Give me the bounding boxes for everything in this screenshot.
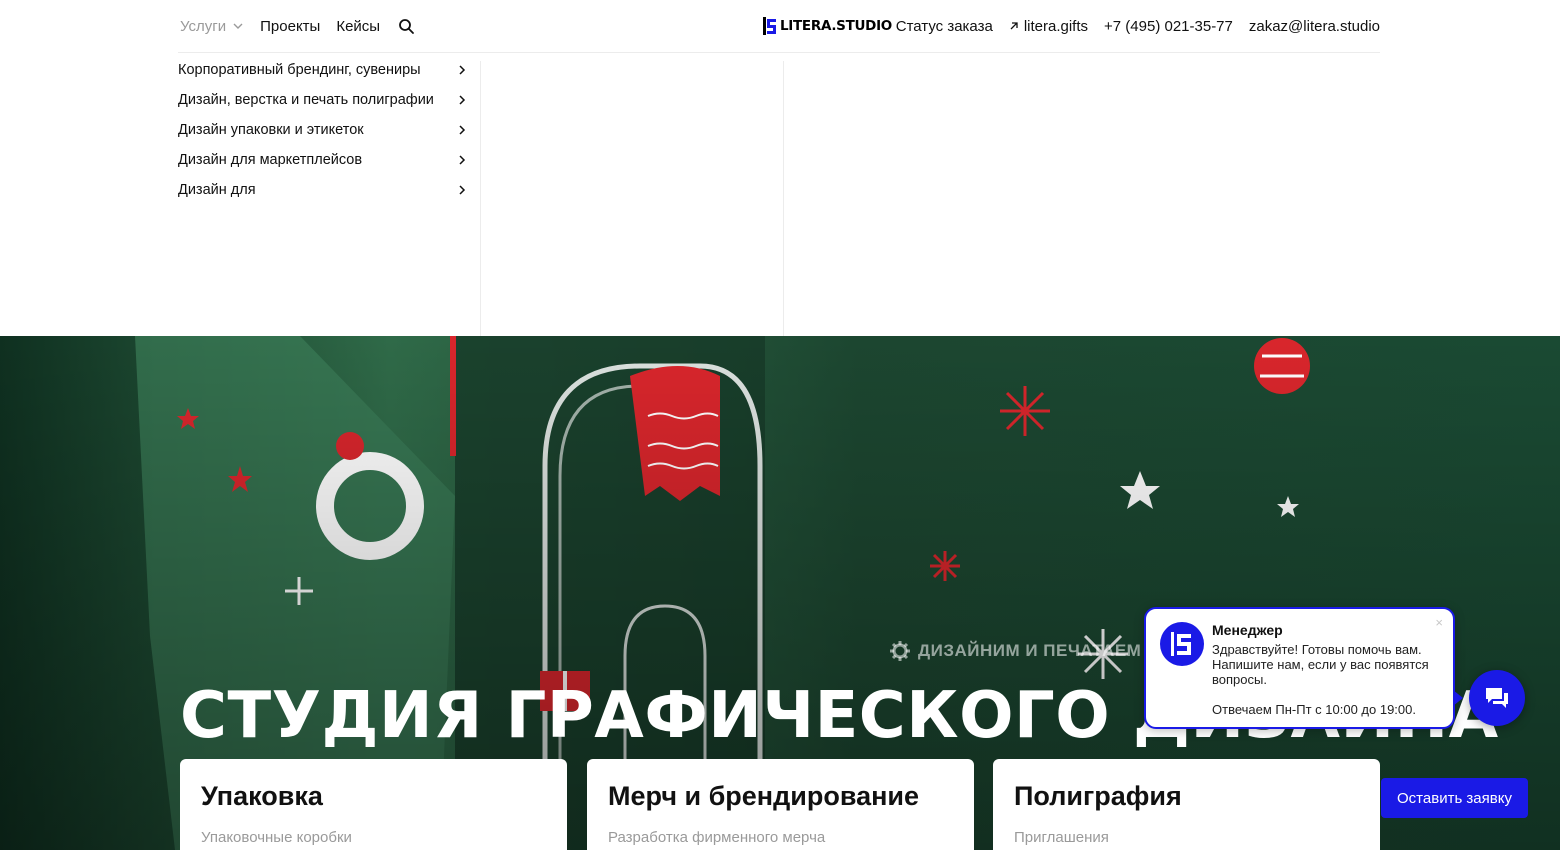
chevron-right-icon: [459, 185, 466, 195]
avatar: [1160, 622, 1204, 666]
chevron-right-icon: [459, 125, 466, 135]
logo-mark-icon: [763, 17, 776, 35]
logo-text: LITERA.STUDIO: [780, 18, 892, 34]
nav-cases[interactable]: Кейсы: [336, 18, 380, 35]
card-title: Мерч и брендирование: [608, 781, 920, 811]
manager-logo-icon: [1171, 632, 1191, 656]
services-dropdown: Корпоративный брендинг, сувениры Дизайн,…: [0, 53, 1560, 336]
menu-column-divider: [480, 61, 481, 336]
chat-message: Здравствуйте! Готовы помочь вам. Напишит…: [1212, 642, 1429, 687]
menu-item-label: Корпоративный брендинг, сувениры: [178, 62, 421, 78]
menu-item-marketplaces[interactable]: Дизайн для маркетплейсов: [178, 145, 468, 175]
menu-item-branding[interactable]: Корпоративный брендинг, сувениры: [178, 55, 468, 85]
chevron-right-icon: [459, 95, 466, 105]
card-title: Упаковка: [201, 781, 323, 811]
phone-link[interactable]: +7 (495) 021-35-77: [1104, 18, 1233, 35]
hero-section: ДИЗАЙНИМ И ПЕЧАТАЕМ НА СТУДИЯ ГРАФИЧЕСКО…: [0, 336, 1560, 850]
close-icon[interactable]: ×: [1435, 615, 1443, 630]
menu-item-label: Дизайн упаковки и этикеток: [178, 122, 364, 138]
chat-manager-name: Менеджер: [1212, 622, 1283, 638]
order-status-link[interactable]: Статус заказа: [896, 18, 993, 35]
service-card-merch[interactable]: Мерч и брендирование Разработка фирменно…: [587, 759, 974, 850]
email-link[interactable]: zakaz@litera.studio: [1249, 18, 1380, 35]
service-card-polygraphy[interactable]: Полиграфия Приглашения: [993, 759, 1380, 850]
card-subtitle[interactable]: Разработка фирменного мерча: [608, 829, 825, 846]
menu-item-polygraphy[interactable]: Дизайн, верстка и печать полиграфии: [178, 85, 468, 115]
menu-item-packaging[interactable]: Дизайн упаковки и этикеток: [178, 115, 468, 145]
gifts-link[interactable]: litera.gifts: [1009, 18, 1088, 35]
menu-item-design-for[interactable]: Дизайн для: [178, 175, 468, 205]
main-nav: Услуги Проекты Кейсы: [180, 0, 415, 52]
card-title: Полиграфия: [1014, 781, 1182, 811]
chat-hours: Отвечаем Пн-Пт с 10:00 до 19:00.: [1212, 702, 1416, 717]
chat-popup-tail: [1453, 690, 1463, 706]
hero-tagline-text: ДИЗАЙНИМ И ПЕЧАТАЕМ НА: [918, 641, 1173, 660]
services-menu-list: Корпоративный брендинг, сувениры Дизайн,…: [178, 53, 481, 336]
menu-item-label: Дизайн для: [178, 182, 256, 198]
external-link-arrow-icon: [1010, 22, 1018, 30]
chat-icon: [1486, 688, 1508, 708]
site-header: Услуги Проекты Кейсы LITERA.STUDIO Стату…: [0, 0, 1560, 53]
header-contacts: Статус заказа litera.gifts +7 (495) 021-…: [896, 0, 1380, 52]
hero-tagline: ДИЗАЙНИМ И ПЕЧАТАЕМ НА: [890, 641, 1172, 661]
chat-open-button[interactable]: [1469, 670, 1525, 726]
chevron-down-icon: [233, 23, 243, 29]
menu-column-divider: [783, 61, 784, 336]
logo[interactable]: LITERA.STUDIO: [763, 16, 892, 36]
chevron-right-icon: [459, 155, 466, 165]
nav-services[interactable]: Услуги: [180, 18, 244, 35]
card-subtitle[interactable]: Упаковочные коробки: [201, 829, 352, 846]
gifts-link-label: litera.gifts: [1023, 17, 1089, 35]
service-card-packaging[interactable]: Упаковка Упаковочные коробки: [180, 759, 567, 850]
leave-request-button[interactable]: Оставить заявку: [1381, 778, 1528, 818]
chevron-right-icon: [459, 65, 466, 75]
search-icon[interactable]: [398, 18, 415, 35]
header-inner: Услуги Проекты Кейсы LITERA.STUDIO Стату…: [178, 0, 1380, 53]
gear-icon: [890, 641, 910, 661]
menu-item-label: Дизайн, верстка и печать полиграфии: [178, 92, 434, 108]
chat-greeting-popup[interactable]: Менеджер Здравствуйте! Готовы помочь вам…: [1144, 607, 1455, 729]
menu-item-label: Дизайн для маркетплейсов: [178, 152, 363, 168]
nav-services-label: Услуги: [180, 17, 227, 35]
card-subtitle[interactable]: Приглашения: [1014, 829, 1109, 846]
nav-projects[interactable]: Проекты: [260, 18, 320, 35]
